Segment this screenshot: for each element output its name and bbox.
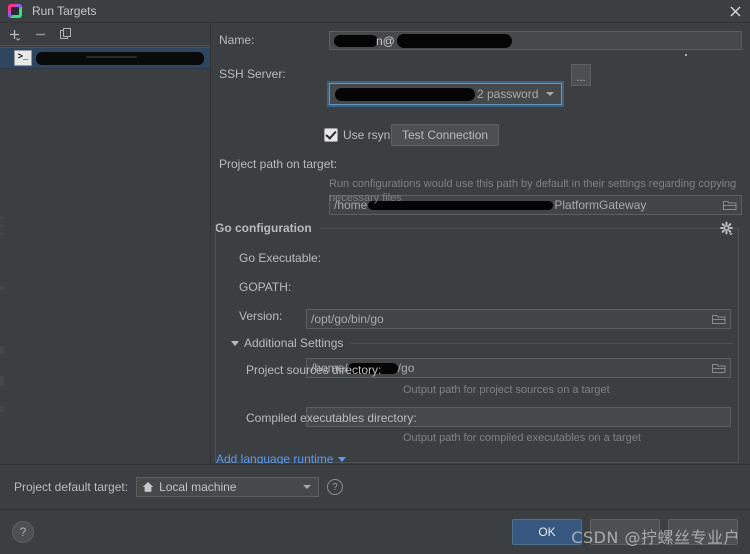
compiled-executables-hint: Output path for compiled executables on … [403, 432, 641, 444]
plus-glyph [9, 29, 20, 41]
folder-glyph [712, 364, 726, 373]
section-divider [351, 343, 733, 344]
bg-artifact [0, 224, 4, 227]
project-path-hint: Run configurations would use this path b… [329, 178, 737, 204]
use-rsync-label: Use rsync [343, 128, 397, 142]
additional-settings-toggle[interactable]: Additional Settings [231, 336, 343, 350]
name-label: Name: [219, 33, 255, 47]
chevron-down-icon [546, 92, 554, 96]
plus-icon[interactable] [6, 26, 22, 42]
project-path-row: Project path on target: [219, 157, 337, 171]
apply-button[interactable] [668, 519, 738, 545]
name-input-value: n@ [376, 33, 395, 48]
go-executable-label: Go Executable: [239, 251, 322, 265]
ssh-server-row: SSH Server: [219, 67, 286, 81]
dialog-footer: ? OK CSDN @拧螺丝专业户 [0, 509, 750, 554]
add-language-runtime-link[interactable]: Add language runtime [216, 452, 347, 464]
terminal-icon: >_ [14, 50, 32, 66]
chevron-down-icon [231, 340, 239, 346]
ssh-server-label: SSH Server: [219, 67, 286, 81]
version-row: Version: [239, 309, 282, 323]
bg-artifact [0, 232, 4, 235]
name-row: Name: [219, 33, 254, 47]
chevron-down-icon [338, 456, 347, 462]
project-default-target-label: Project default target: [14, 480, 129, 494]
targets-sidebar: >_ [0, 23, 211, 464]
minus-icon[interactable] [32, 26, 48, 42]
copy-icon[interactable] [58, 26, 74, 42]
bg-artifact [0, 286, 4, 290]
minus-glyph [35, 33, 45, 35]
gear-icon[interactable] [719, 221, 735, 240]
use-rsync-checkbox[interactable]: Use rsync [324, 128, 396, 142]
ssh-server-combo[interactable]: 2 password [327, 81, 564, 107]
compiled-executables-label: Compiled executables directory: [246, 411, 417, 425]
project-sources-label: Project sources directory: [246, 363, 382, 377]
bg-artifact [0, 216, 4, 219]
help-icon[interactable]: ? [327, 479, 344, 495]
dialog-content: >_ Name: n@ SSH Server: 2 password ... U… [0, 22, 750, 464]
version-label: Version: [239, 309, 283, 323]
checkbox-box [324, 128, 338, 142]
project-default-target-value: Local machine [159, 480, 237, 494]
go-executable-field[interactable]: /opt/go/bin/go [306, 309, 731, 329]
target-tree-item[interactable]: >_ [0, 47, 210, 69]
bg-artifact [0, 406, 4, 412]
gopath-label: GOPATH: [239, 280, 292, 294]
sidebar-toolbar [0, 23, 210, 46]
go-executable-value: /opt/go/bin/go [311, 312, 384, 326]
footer-button-group: OK [512, 519, 738, 545]
project-default-target-bar: Project default target: Local machine ? [0, 464, 750, 509]
close-icon[interactable] [726, 3, 744, 19]
gopath-value-tail: /go [397, 361, 415, 375]
target-tree-item-label [36, 51, 204, 65]
ssh-server-value: 2 password [477, 87, 539, 101]
cancel-button[interactable] [590, 519, 660, 545]
bg-artifact [0, 376, 4, 386]
add-language-runtime-label: Add language runtime [216, 452, 334, 464]
additional-settings-label: Additional Settings [244, 336, 344, 350]
project-sources-hint: Output path for project sources on a tar… [403, 384, 610, 396]
help-icon[interactable]: ? [12, 521, 34, 543]
copy-glyph [60, 28, 71, 39]
go-executable-row: Go Executable: [239, 251, 321, 265]
window-title: Run Targets [32, 4, 97, 18]
project-default-target-combo[interactable]: Local machine [136, 477, 320, 497]
name-redaction [334, 34, 378, 47]
bg-artifact [0, 346, 4, 354]
project-sources-row: Project sources directory: [246, 363, 381, 377]
test-connection-button[interactable]: Test Connection [391, 124, 500, 146]
home-icon [142, 481, 154, 493]
targets-tree[interactable]: >_ [0, 46, 210, 464]
name-input[interactable]: n@ [329, 31, 742, 50]
target-settings-panel: Name: n@ SSH Server: 2 password ... Use … [211, 23, 750, 464]
ssh-server-browse-button[interactable]: ... [571, 64, 591, 86]
chevron-down-icon [303, 485, 312, 489]
home-glyph [142, 482, 154, 492]
gopath-row: GOPATH: [239, 280, 291, 294]
ssh-server-redaction [335, 87, 475, 101]
folder-icon[interactable] [711, 361, 727, 375]
close-glyph [730, 6, 740, 16]
title-bar: Run Targets [0, 0, 750, 22]
compiled-executables-row: Compiled executables directory: [246, 411, 417, 425]
cursor-artifact [685, 54, 687, 56]
goland-icon [8, 4, 22, 18]
name-redaction-2 [396, 33, 512, 48]
run-targets-dialog: Run Targets >_ Name: n@ SSH Server: 2 pa… [0, 0, 750, 554]
project-path-label: Project path on target: [219, 157, 338, 171]
ok-button[interactable]: OK [512, 519, 582, 545]
folder-glyph [712, 315, 726, 324]
gear-glyph [720, 221, 733, 236]
folder-icon[interactable] [711, 312, 727, 326]
